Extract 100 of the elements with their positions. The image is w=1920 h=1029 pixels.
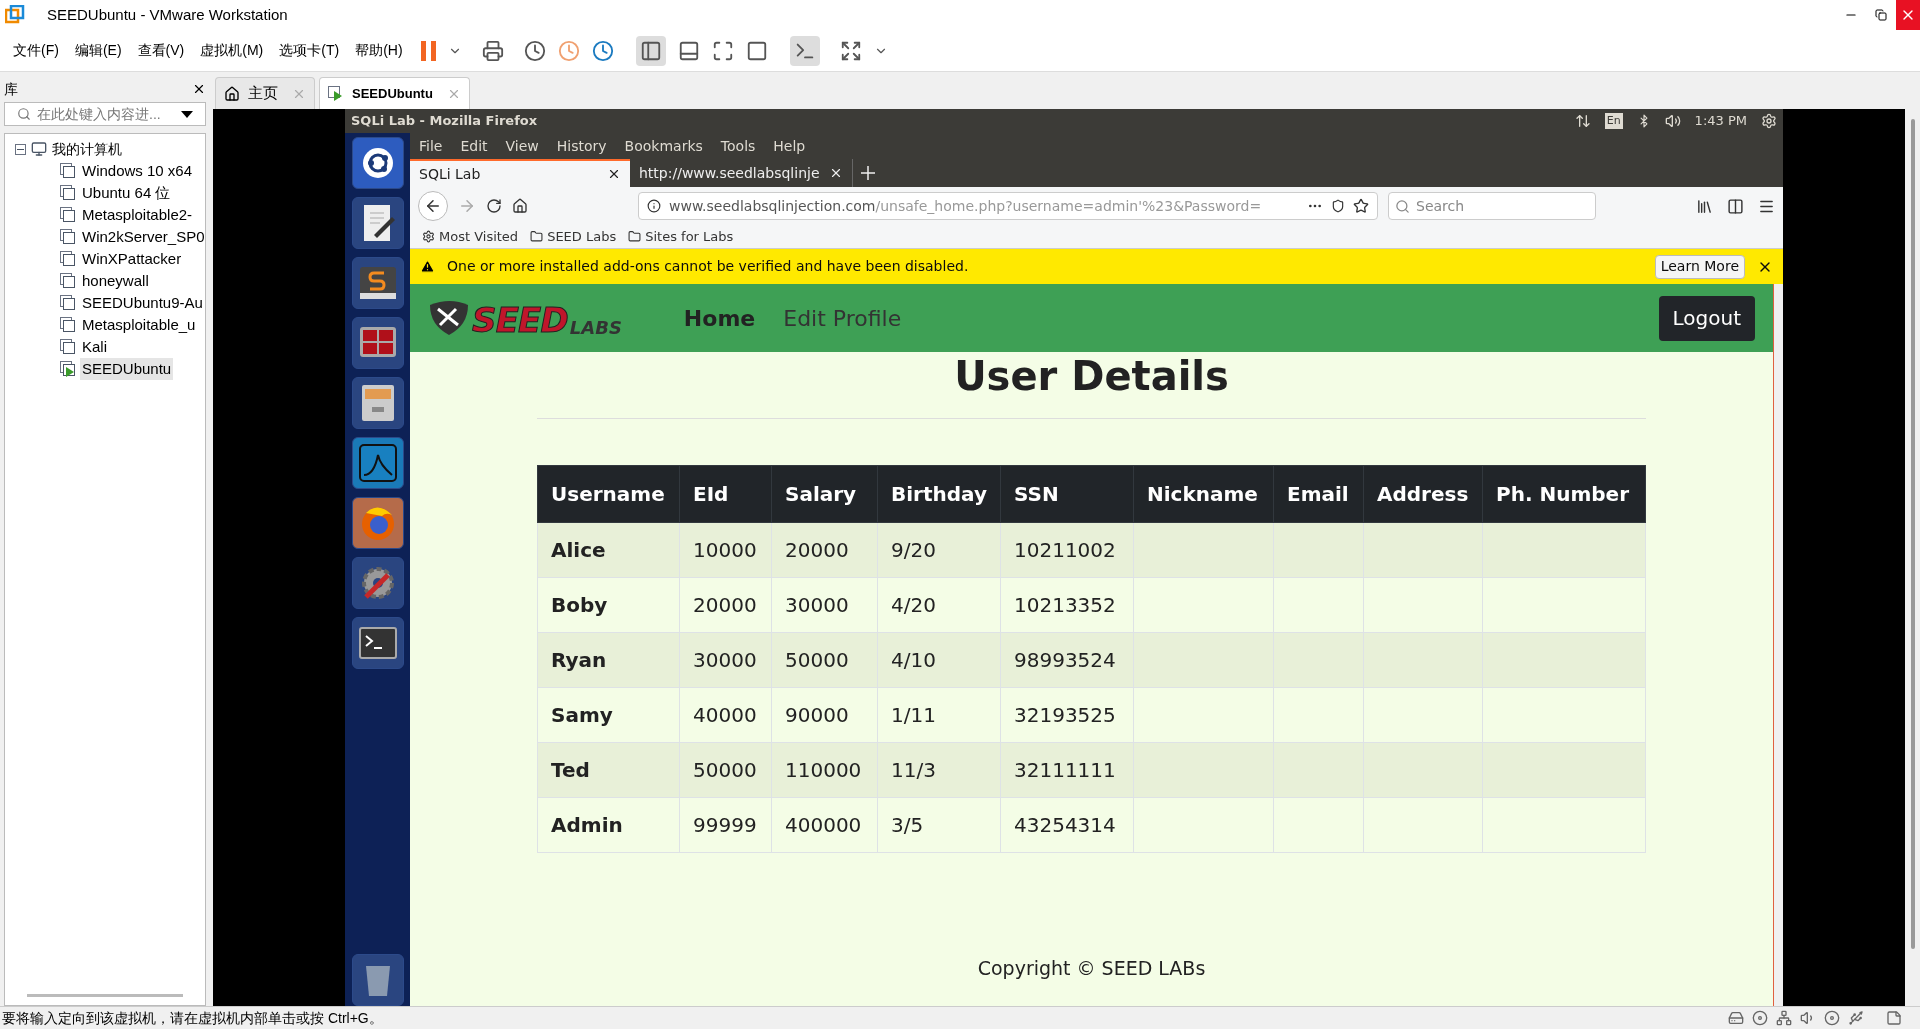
vm-list-item[interactable]: Metasploitable_u (80, 313, 198, 337)
full-screen-icon[interactable] (711, 39, 734, 62)
search-field[interactable]: 在此处键入内容进... (4, 102, 206, 126)
keyboard-indicator[interactable]: En (1604, 112, 1623, 130)
clock[interactable]: 1:43 PM (1694, 111, 1747, 131)
collapse-icon[interactable] (15, 143, 26, 155)
pause-icon[interactable] (420, 40, 436, 61)
table-cell: 30000 (771, 577, 878, 633)
stretch-icon[interactable] (839, 39, 862, 62)
snapshot-icon[interactable] (523, 39, 546, 62)
menu-item[interactable]: Bookmarks (624, 135, 703, 157)
table-cell: 99999 (679, 797, 772, 853)
table-cell: 11/3 (877, 742, 1001, 798)
terminal-icon[interactable] (351, 617, 404, 669)
vm-list-item[interactable]: Kali (80, 335, 109, 359)
bookmark-star-icon[interactable] (1353, 198, 1369, 214)
reload-icon[interactable] (486, 198, 502, 214)
menu-item[interactable]: 文件(F) (13, 40, 59, 61)
terminal-grid-icon[interactable] (351, 317, 404, 369)
table-cell: 50000 (679, 742, 772, 798)
logout-button[interactable]: Logout (1658, 295, 1755, 341)
trash-icon[interactable] (351, 954, 404, 1006)
menu-item[interactable]: 选项卡(T) (279, 40, 340, 61)
menu-item[interactable]: File (419, 135, 443, 157)
table-cell: 20000 (771, 522, 878, 578)
vm-tab[interactable]: 主页 (215, 77, 315, 109)
menu-item[interactable]: History (556, 135, 607, 157)
network-icon[interactable] (1574, 113, 1591, 129)
menu-item[interactable]: Tools (720, 135, 756, 157)
restore-icon (1875, 9, 1887, 21)
vm-list-item[interactable]: SEEDUbuntu (80, 357, 174, 381)
browser-tab[interactable]: SQLi Lab (410, 159, 630, 187)
table-cell: 90000 (771, 687, 878, 743)
url-bar[interactable]: www.seedlabsqlinjection.com/unsafe_home.php?username=admin'%23&Password= (638, 192, 1378, 220)
wireshark-fin-icon[interactable] (351, 437, 404, 489)
snapshot-manager-icon[interactable] (591, 39, 614, 62)
close-tab-icon[interactable] (829, 166, 843, 180)
cd-icon[interactable] (1752, 1010, 1768, 1026)
volume-icon[interactable] (1664, 113, 1681, 129)
sidebar-icon[interactable] (1727, 197, 1744, 215)
caret-icon[interactable] (181, 110, 193, 118)
close-tab-icon[interactable] (607, 167, 621, 181)
disc-icon[interactable] (1824, 1010, 1840, 1026)
library-view-icon[interactable] (635, 35, 666, 66)
message-icon[interactable] (1886, 1010, 1902, 1026)
column-header: Birthday (877, 465, 1001, 523)
vm-list-item[interactable]: honeywall (80, 269, 151, 293)
page-scrollbar[interactable] (1773, 284, 1783, 1006)
scrollbar-thumb[interactable] (1910, 119, 1915, 949)
vm-list-item[interactable]: Win2kServer_SP0 (80, 225, 205, 249)
network-adapter-icon[interactable] (1776, 1010, 1792, 1026)
settings-icon[interactable] (1761, 113, 1777, 129)
table-cell: 43254314 (1000, 797, 1134, 853)
column-header: Salary (771, 465, 878, 523)
usb-icon[interactable] (1848, 1010, 1864, 1026)
table-cell: 4/20 (877, 577, 1001, 633)
sublime-text-icon[interactable] (351, 257, 404, 309)
vm-list-item[interactable]: WinXPattacker (80, 247, 184, 271)
menu-item[interactable]: 虚拟机(M) (200, 40, 264, 61)
menu-item[interactable]: 帮助(H) (355, 40, 403, 61)
menu-item[interactable]: View (505, 135, 539, 157)
vm-list-item[interactable]: Windows 10 x64 (80, 159, 195, 183)
search-field[interactable]: Search (1388, 192, 1596, 220)
copyright-text: Copyright © SEED LABs (977, 955, 1206, 981)
menu-item[interactable]: Edit (460, 135, 488, 157)
close-icon[interactable] (192, 82, 206, 96)
thumbnail-view-icon[interactable] (677, 39, 700, 62)
bookmark-item[interactable]: Sites for Labs (628, 226, 734, 247)
close-button[interactable] (1896, 0, 1920, 30)
menu-item[interactable]: 查看(V) (137, 40, 185, 61)
home-icon[interactable] (512, 198, 528, 214)
nav-link[interactable]: Home (683, 301, 756, 335)
vm-list-item[interactable]: SEEDUbuntu9-Au (80, 291, 205, 315)
menu-item[interactable]: 编辑(E) (74, 40, 122, 61)
table-cell: Ryan (537, 632, 680, 688)
tree-root-label[interactable]: 我的计算机 (52, 138, 122, 160)
browser-tab[interactable]: http://www.seedlabsqlinje (630, 159, 852, 187)
ubuntu-logo-icon[interactable] (351, 137, 404, 189)
vm-tab[interactable]: SEEDUbuntu (319, 77, 470, 109)
table-cell: 32193525 (1000, 687, 1134, 743)
table-cell: 110000 (771, 742, 878, 798)
gear-icon (422, 230, 435, 243)
computer-icon (31, 141, 47, 157)
nav-link[interactable]: Edit Profile (783, 301, 902, 335)
folder-icon (530, 230, 544, 243)
back-button[interactable] (418, 191, 448, 221)
system-settings-icon[interactable] (351, 557, 404, 609)
table-cell: 50000 (771, 632, 878, 688)
file-cabinet-icon[interactable] (351, 377, 404, 429)
learn-more-button[interactable]: Learn More (1654, 254, 1745, 279)
text-editor-icon[interactable] (351, 197, 404, 249)
vm-list-item[interactable]: Ubuntu 64 位 (80, 181, 173, 205)
table-cell: 20000 (679, 577, 772, 633)
vm-list-item[interactable]: Metasploitable2- (80, 203, 195, 227)
menu-item[interactable]: Help (773, 135, 806, 157)
bookmark-item[interactable]: Most Visited (422, 226, 519, 247)
bookmark-item[interactable]: SEED Labs (530, 226, 617, 247)
firefox-icon[interactable] (351, 497, 404, 549)
console-view-icon[interactable] (789, 35, 820, 66)
library-icon[interactable] (1696, 197, 1713, 215)
